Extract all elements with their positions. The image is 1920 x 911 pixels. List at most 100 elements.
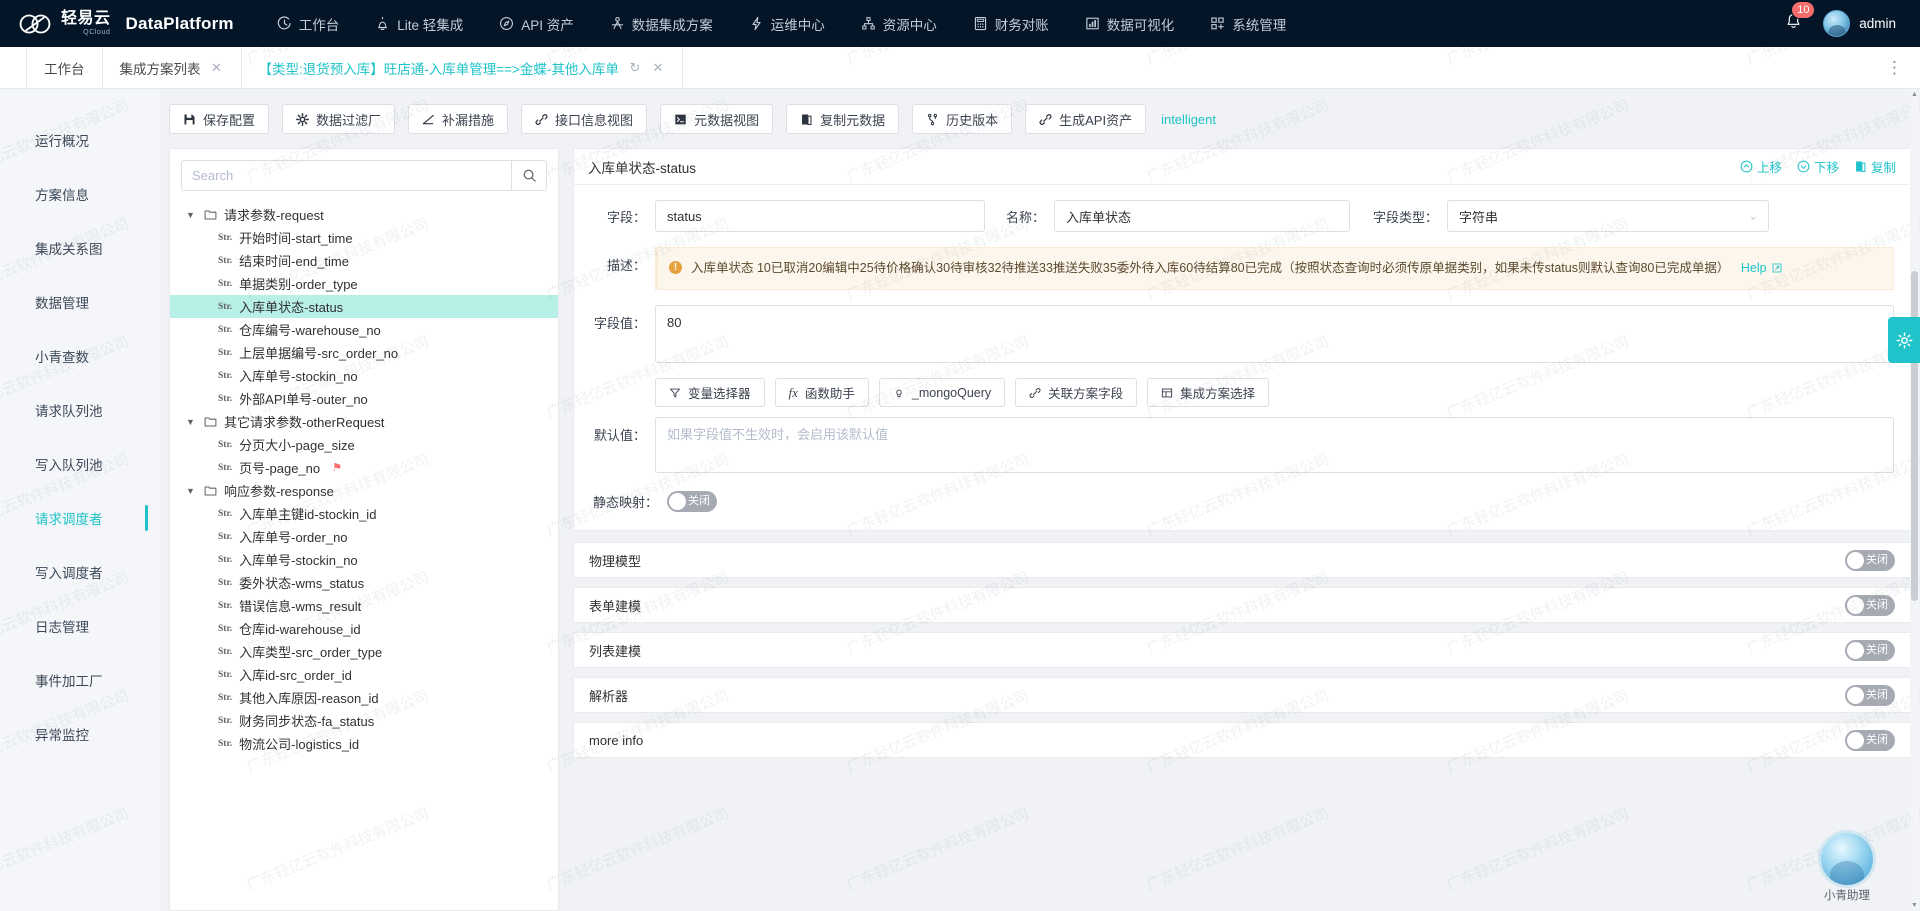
tree-field-stockin-no[interactable]: Str. 入库单号-stockin_no (170, 364, 558, 387)
tree-field-src-order-type[interactable]: Str. 入库类型-src_order_type (170, 640, 558, 663)
history-version-button[interactable]: 历史版本 (912, 104, 1012, 134)
variable-selector-button[interactable]: 变量选择器 (655, 378, 765, 407)
tree-field-page-size[interactable]: Str. 分页大小-page_size (170, 433, 558, 456)
data-filter-button[interactable]: 数据过滤厂 (282, 104, 395, 134)
tab-close-icon[interactable]: ✕ (210, 61, 224, 74)
tree-field-src-order-no[interactable]: Str. 上层单据编号-src_order_no (170, 341, 558, 364)
tab-refresh-icon[interactable]: ↻ (628, 61, 642, 74)
tree-field-start-time[interactable]: Str. 开始时间-start_time (170, 226, 558, 249)
nav-item-system-management[interactable]: 系统管理 (1193, 8, 1303, 40)
help-link[interactable]: Help (1741, 261, 1782, 275)
nav-item-workbench[interactable]: 工作台 (260, 8, 357, 40)
caret-down-icon[interactable]: ▼ (186, 417, 197, 427)
tree-field-order-type[interactable]: Str. 单据类别-order_type (170, 272, 558, 295)
sidebar-item-run-overview[interactable]: 运行概况 (0, 113, 160, 167)
tree-folder-response[interactable]: ▼ 响应参数-response (170, 479, 558, 502)
tree-field-wms-status[interactable]: Str. 委外状态-wms_status (170, 571, 558, 594)
section-physical-model[interactable]: 物理模型 关闭 (573, 542, 1911, 578)
search-input[interactable] (181, 160, 511, 191)
sidebar-item-integration-diagram[interactable]: 集成关系图 (0, 221, 160, 275)
tree-folder-other-request[interactable]: ▼ 其它请求参数-otherRequest (170, 410, 558, 433)
section-form-modeling[interactable]: 表单建模 关闭 (573, 587, 1911, 623)
integration-solution-select-button[interactable]: 集成方案选择 (1147, 378, 1269, 407)
tab-active-solution[interactable]: 【类型:退货预入库】旺店通-入库单管理==>金蝶-其他入库单 ↻ ✕ (242, 47, 683, 88)
tree-field-wms-result[interactable]: Str. 错误信息-wms_result (170, 594, 558, 617)
tree-folder-request[interactable]: ▼ 请求参数-request (170, 203, 558, 226)
nav-item-api-assets[interactable]: API 资产 (482, 8, 591, 40)
move-down-button[interactable]: 下移 (1797, 157, 1839, 176)
default-value-textarea[interactable] (655, 417, 1894, 473)
list-modeling-toggle[interactable]: 关闭 (1845, 640, 1895, 661)
caret-down-icon[interactable]: ▼ (186, 210, 197, 220)
copy-field-button[interactable]: 复制 (1854, 157, 1896, 176)
nav-item-data-integration-solution[interactable]: 数据集成方案 (593, 8, 730, 40)
save-config-button[interactable]: 保存配置 (169, 104, 269, 134)
notifications-button[interactable]: 10 (1782, 10, 1805, 38)
settings-side-tab[interactable] (1888, 317, 1920, 363)
tab-solution-list[interactable]: 集成方案列表 ✕ (103, 47, 242, 88)
tree-field-status[interactable]: Str. 入库单状态-status (170, 295, 558, 318)
interface-info-view-button[interactable]: 接口信息视图 (521, 104, 647, 134)
sidebar-item-xiaoqing-query[interactable]: 小青查数 (0, 329, 160, 383)
scroll-down-arrow[interactable]: ▼ (1910, 900, 1919, 911)
field-value-textarea[interactable]: 80 (655, 305, 1894, 363)
tree-field-warehouse-no[interactable]: Str. 仓库编号-warehouse_no (170, 318, 558, 341)
mongo-query-button[interactable]: _mongoQuery (879, 378, 1005, 407)
sidebar-item-log-management[interactable]: 日志管理 (0, 599, 160, 653)
tree-field-src-order-id[interactable]: Str. 入库id-src_order_id (170, 663, 558, 686)
nav-item-resource-center[interactable]: 资源中心 (844, 8, 954, 40)
tabbar-more-button[interactable]: ⋮ (1870, 47, 1920, 88)
assistant-widget[interactable]: 小青助理 (1810, 833, 1884, 903)
tree-field-fa-status[interactable]: Str. 财务同步状态-fa_status (170, 709, 558, 732)
static-mapping-toggle[interactable]: 关闭 (667, 491, 717, 512)
brand-logo[interactable]: 轻易云 QCloud DataPlatform (18, 10, 234, 38)
search-button[interactable] (511, 160, 547, 191)
field-type-input[interactable] (1447, 200, 1769, 232)
scroll-up-arrow[interactable]: ▲ (1910, 89, 1919, 100)
sidebar-item-exception-monitoring[interactable]: 异常监控 (0, 707, 160, 761)
tree-field-end-time[interactable]: Str. 结束时间-end_time (170, 249, 558, 272)
tree-field-response-stockin-no[interactable]: Str. 入库单号-stockin_no (170, 548, 558, 571)
tree-field-logistics-id[interactable]: Str. 物流公司-logistics_id (170, 732, 558, 755)
caret-down-icon[interactable]: ▼ (186, 486, 197, 496)
tree-field-outer-no[interactable]: Str. 外部API单号-outer_no (170, 387, 558, 410)
metadata-view-button[interactable]: 元数据视图 (660, 104, 773, 134)
patch-measures-button[interactable]: 补漏措施 (408, 104, 508, 134)
field-type-select[interactable]: ⌄ (1447, 200, 1769, 232)
sidebar-item-request-queue-pool[interactable]: 请求队列池 (0, 383, 160, 437)
field-key-input[interactable] (655, 200, 985, 232)
tab-workbench[interactable]: 工作台 (26, 47, 103, 88)
sidebar-item-request-scheduler[interactable]: 请求调度者 (0, 491, 160, 545)
physical-model-toggle[interactable]: 关闭 (1845, 550, 1895, 571)
form-modeling-toggle[interactable]: 关闭 (1845, 595, 1895, 616)
nav-item-financial-reconciliation[interactable]: 财务对账 (956, 8, 1066, 40)
intelligent-link[interactable]: intelligent (1161, 112, 1216, 127)
more-info-toggle[interactable]: 关闭 (1845, 730, 1895, 751)
section-list-modeling[interactable]: 列表建模 关闭 (573, 632, 1911, 668)
generate-api-asset-button[interactable]: 生成API资产 (1025, 104, 1146, 134)
sidebar-item-event-factory[interactable]: 事件加工厂 (0, 653, 160, 707)
move-up-button[interactable]: 上移 (1740, 157, 1782, 176)
related-solution-field-button[interactable]: 关联方案字段 (1015, 378, 1137, 407)
nav-item-data-visualization[interactable]: 数据可视化 (1068, 8, 1192, 40)
sidebar-item-solution-info[interactable]: 方案信息 (0, 167, 160, 221)
sidebar-item-write-queue-pool[interactable]: 写入队列池 (0, 437, 160, 491)
user-menu[interactable]: admin (1823, 10, 1896, 37)
sidebar-item-write-scheduler[interactable]: 写入调度者 (0, 545, 160, 599)
function-helper-button[interactable]: fx 函数助手 (775, 378, 869, 407)
tree-field-order-no[interactable]: Str. 入库单号-order_no (170, 525, 558, 548)
field-name-input[interactable] (1054, 200, 1350, 232)
vertical-scrollbar[interactable]: ▲ ▼ (1910, 89, 1919, 911)
tree-field-warehouse-id[interactable]: Str. 仓库id-warehouse_id (170, 617, 558, 640)
section-parser[interactable]: 解析器 关闭 (573, 677, 1911, 713)
tree-field-reason-id[interactable]: Str. 其他入库原因-reason_id (170, 686, 558, 709)
nav-item-ops-center[interactable]: 运维中心 (732, 8, 842, 40)
tree-field-stockin-id[interactable]: Str. 入库单主键id-stockin_id (170, 502, 558, 525)
section-more-info[interactable]: more info 关闭 (573, 722, 1911, 758)
copy-metadata-button[interactable]: 复制元数据 (786, 104, 899, 134)
parser-toggle[interactable]: 关闭 (1845, 685, 1895, 706)
nav-item-lite-integration[interactable]: Lite 轻集成 (358, 8, 480, 40)
tab-close-icon[interactable]: ✕ (651, 61, 665, 74)
sidebar-item-data-management[interactable]: 数据管理 (0, 275, 160, 329)
tree-field-page-no[interactable]: Str. 页号-page_no ⚑ (170, 456, 558, 479)
